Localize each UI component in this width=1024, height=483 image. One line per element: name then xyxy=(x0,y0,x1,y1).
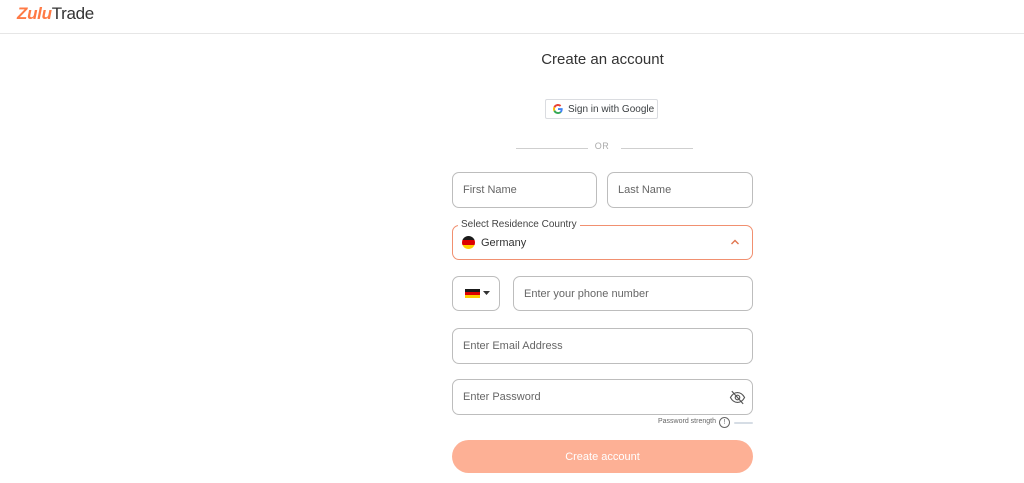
first-name-field[interactable]: First Name xyxy=(452,172,597,208)
info-icon[interactable]: ! xyxy=(719,417,730,428)
page-title: Create an account xyxy=(541,51,664,68)
email-placeholder: Enter Email Address xyxy=(463,340,563,352)
caret-down-icon xyxy=(483,291,490,295)
google-button-label: Sign in with Google xyxy=(568,103,655,115)
phone-placeholder: Enter your phone number xyxy=(524,287,649,300)
top-bar: ZuluTrade xyxy=(0,0,1024,34)
phone-input[interactable]: Enter your phone number xyxy=(513,276,753,311)
password-strength-bar xyxy=(734,422,753,424)
divider-line-left xyxy=(516,148,588,149)
chevron-up-icon xyxy=(731,239,739,245)
create-account-button[interactable]: Create account xyxy=(452,440,753,473)
country-label: Select Residence Country xyxy=(458,219,580,230)
germany-flag-icon xyxy=(462,236,475,249)
google-sign-in-button[interactable]: Sign in with Google xyxy=(545,99,658,119)
password-placeholder: Enter Password xyxy=(463,391,541,403)
eye-off-icon[interactable] xyxy=(729,389,746,406)
google-icon xyxy=(553,104,563,114)
germany-flag-icon xyxy=(465,289,480,298)
phone-country-code-select[interactable] xyxy=(452,276,500,311)
zulutrade-logo[interactable]: ZuluTrade xyxy=(17,4,94,24)
email-input[interactable]: Enter Email Address xyxy=(452,328,753,364)
last-name-field[interactable]: Last Name xyxy=(607,172,753,208)
country-select[interactable]: Germany xyxy=(452,225,753,260)
last-name-placeholder: Last Name xyxy=(618,184,672,196)
divider-or: OR xyxy=(594,141,610,151)
password-input[interactable]: Enter Password xyxy=(452,379,753,415)
country-value: Germany xyxy=(481,236,527,249)
logo-trade: Trade xyxy=(51,4,95,23)
logo-zulu: Zulu xyxy=(17,4,52,23)
password-strength-label: Password strength xyxy=(658,418,716,425)
divider-line-right xyxy=(621,148,693,149)
create-account-label: Create account xyxy=(565,450,640,463)
first-name-placeholder: First Name xyxy=(463,184,517,196)
